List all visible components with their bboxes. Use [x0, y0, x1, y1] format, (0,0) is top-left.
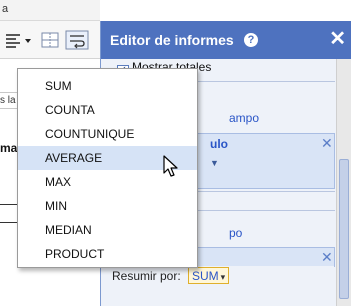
summarize-select[interactable]: SUM ▾ — [188, 267, 230, 284]
summarize-label: Resumir por: — [112, 269, 181, 283]
top-fragment-text: a — [2, 3, 9, 15]
menu-item-median[interactable]: MEDIAN — [18, 218, 197, 242]
summarize-value: SUM — [192, 269, 219, 283]
bold-cell-fragment: ma — [0, 141, 18, 155]
panel-header: Editor de informes ? ✕ — [101, 21, 351, 59]
value-box-2-close-icon[interactable]: ✕ — [321, 249, 333, 266]
value-box-title: ulo — [210, 137, 228, 151]
wrap-text-icon[interactable] — [65, 30, 89, 50]
menu-item-countunique[interactable]: COUNTUNIQUE — [18, 122, 197, 146]
menu-item-counta[interactable]: COUNTA — [18, 98, 197, 122]
close-icon[interactable]: ✕ — [329, 29, 346, 49]
menu-item-min[interactable]: MIN — [18, 194, 197, 218]
panel-title: Editor de informes — [110, 32, 234, 48]
align-dropdown-icon[interactable] — [3, 30, 35, 50]
merge-cells-icon[interactable] — [40, 30, 60, 50]
field-link-2[interactable]: po — [229, 226, 242, 240]
chevron-down-icon: ▾ — [220, 272, 226, 282]
cell-fragment: s la — [0, 95, 16, 106]
scroll-thumb[interactable] — [339, 159, 349, 299]
scrollbar[interactable] — [336, 59, 351, 306]
value-box-close-icon[interactable]: ✕ — [321, 135, 333, 152]
value-box-arrow-icon[interactable]: ▼ — [210, 158, 219, 168]
top-strip: a — [0, 0, 100, 21]
toolbar — [0, 21, 100, 59]
field-link-1[interactable]: ampo — [229, 111, 259, 125]
menu-item-product[interactable]: PRODUCT — [18, 242, 197, 266]
summarize-row: Resumir por: SUM ▾ — [108, 266, 334, 286]
help-icon[interactable]: ? — [244, 33, 258, 47]
menu-item-sum[interactable]: SUM — [18, 74, 197, 98]
mouse-cursor-icon — [163, 155, 178, 177]
